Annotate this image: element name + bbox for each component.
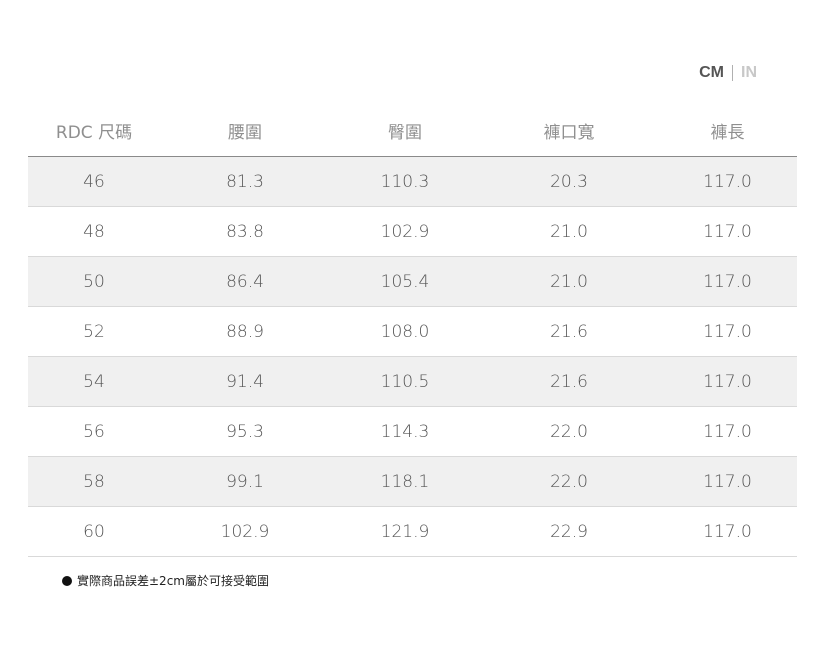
cell-size: 58 (83, 471, 105, 492)
cell-hem-width: 20.3 (550, 171, 588, 192)
cell-hip: 102.9 (380, 221, 430, 242)
cell-size: 50 (83, 271, 105, 292)
cell-length: 117.0 (703, 371, 752, 392)
cell-waist: 99.1 (226, 471, 264, 492)
cell-hem-width: 22.0 (550, 421, 588, 442)
table-row: 52 88.9 108.0 21.6 117.0 (28, 307, 797, 357)
cell-hem-width: 21.0 (550, 221, 588, 242)
cell-size: 46 (83, 171, 105, 192)
unit-in-button[interactable]: IN (741, 64, 757, 82)
cell-hip: 110.5 (380, 371, 430, 392)
cell-hem-width: 22.0 (550, 471, 588, 492)
cell-length: 117.0 (703, 471, 752, 492)
table-row: 48 83.8 102.9 21.0 117.0 (28, 207, 797, 257)
bullet-icon (62, 575, 72, 586)
table-row: 54 91.4 110.5 21.6 117.0 (28, 357, 797, 407)
table-row: 50 86.4 105.4 21.0 117.0 (28, 257, 797, 307)
header-hip: 臀圍 (388, 123, 422, 143)
cell-hip: 110.3 (380, 171, 430, 192)
cell-length: 117.0 (703, 271, 752, 292)
cell-hip: 108.0 (380, 321, 430, 342)
cell-length: 117.0 (703, 421, 752, 442)
unit-toggle: CM IN (699, 64, 757, 82)
cell-length: 117.0 (703, 521, 752, 542)
cell-size: 56 (83, 421, 105, 442)
cell-hip: 105.4 (380, 271, 430, 292)
cell-hem-width: 21.6 (550, 371, 588, 392)
cell-hem-width: 21.0 (550, 271, 588, 292)
table-row: 60 102.9 121.9 22.9 117.0 (28, 507, 797, 557)
cell-waist: 102.9 (220, 521, 270, 542)
table-row: 58 99.1 118.1 22.0 117.0 (28, 457, 797, 507)
header-hem-width: 褲口寬 (543, 123, 595, 143)
cell-hem-width: 21.6 (550, 321, 588, 342)
cell-waist: 86.4 (226, 271, 264, 292)
cell-hip: 118.1 (380, 471, 430, 492)
cell-size: 54 (83, 371, 105, 392)
cell-waist: 91.4 (226, 371, 264, 392)
cell-waist: 95.3 (226, 421, 264, 442)
cell-waist: 83.8 (226, 221, 264, 242)
unit-cm-button[interactable]: CM (699, 64, 724, 82)
cell-length: 117.0 (703, 321, 752, 342)
measurement-note: 實際商品誤差±2cm屬於可接受範圍 (62, 572, 269, 589)
table-row: 56 95.3 114.3 22.0 117.0 (28, 407, 797, 457)
cell-size: 60 (83, 521, 105, 542)
note-text: 實際商品誤差±2cm屬於可接受範圍 (77, 574, 269, 588)
cell-size: 52 (83, 321, 105, 342)
header-waist: 腰圍 (228, 123, 262, 143)
unit-divider (732, 65, 733, 81)
cell-hem-width: 22.9 (550, 521, 588, 542)
cell-waist: 81.3 (226, 171, 264, 192)
header-length: 褲長 (710, 123, 745, 143)
cell-length: 117.0 (703, 171, 752, 192)
cell-length: 117.0 (703, 221, 752, 242)
cell-size: 48 (83, 221, 105, 242)
size-table: RDC 尺碼 腰圍 臀圍 褲口寬 褲長 46 81.3 110.3 20.3 1… (28, 105, 797, 557)
cell-waist: 88.9 (226, 321, 264, 342)
cell-hip: 121.9 (380, 521, 430, 542)
cell-hip: 114.3 (380, 421, 430, 442)
header-size: RDC 尺碼 (55, 123, 133, 143)
table-row: 46 81.3 110.3 20.3 117.0 (28, 157, 797, 207)
table-header-row: RDC 尺碼 腰圍 臀圍 褲口寬 褲長 (28, 105, 797, 157)
